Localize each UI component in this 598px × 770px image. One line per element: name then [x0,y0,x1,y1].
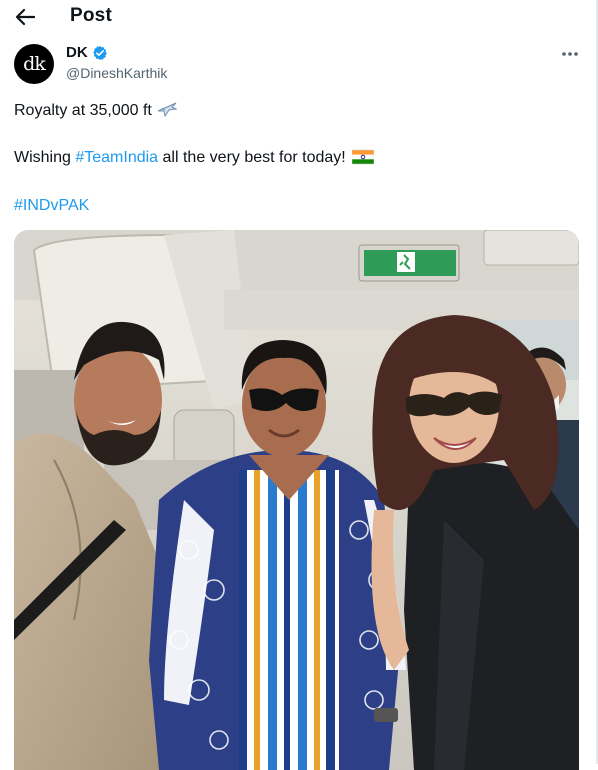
striped-shirt-front [239,470,339,770]
post-text-line-1: Royalty at 35,000 ft [14,100,178,121]
airplane-emoji [157,102,178,118]
author-handle[interactable]: @DineshKarthik [66,65,167,81]
more-horizontal-icon [562,52,578,56]
author-display-name[interactable]: DK [66,44,88,61]
page-title: Post [70,5,112,26]
hashtag-indvpak-link[interactable]: #INDvPAK [14,197,89,214]
arrow-left-icon [15,8,35,26]
india-flag-emoji [351,149,374,165]
avatar-text: dk [23,53,46,75]
verified-badge-icon [92,45,107,60]
hashtag-teamindia-link[interactable]: #TeamIndia [75,149,158,166]
back-button[interactable] [10,3,40,31]
post-text-royalty: Royalty at 35,000 ft [14,102,152,119]
avatar[interactable]: dk [14,44,54,84]
post-photo[interactable] [14,230,579,770]
post-text-line-3: #INDvPAK [14,196,89,216]
post-text-best-wishes: all the very best for today! [158,149,346,166]
post-text-line-2: Wishing #TeamIndia all the very best for… [14,148,374,168]
post-text-wishing: Wishing [14,149,76,166]
more-options-button[interactable] [556,40,584,68]
post-photo-illustration [14,230,579,770]
top-bar: Post [0,0,596,34]
exit-sign [358,244,460,282]
author-name-row: DK [66,44,108,61]
